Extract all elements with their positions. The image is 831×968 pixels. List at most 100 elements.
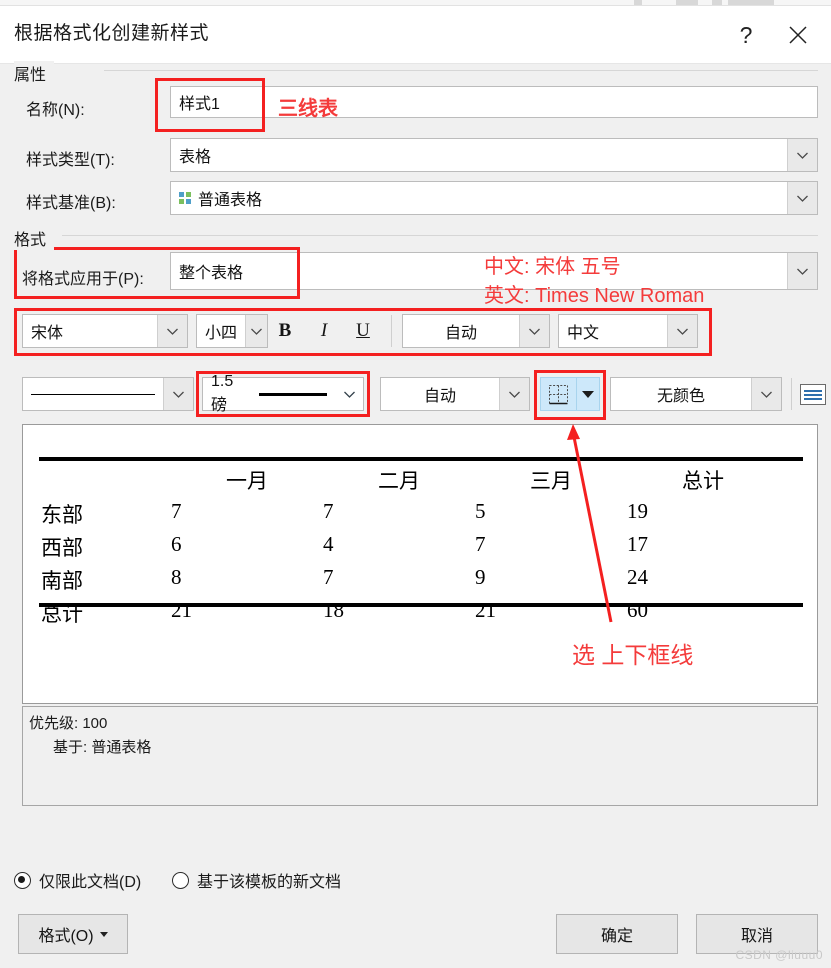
borders-icon[interactable] — [541, 378, 576, 410]
style-base-combo[interactable]: 普通表格 — [170, 181, 818, 215]
new-style-dialog: 根据格式化创建新样式 ? 属性 名称(N): 样式1 样式类型(T): 表格 样… — [0, 0, 831, 968]
annotation-border-note: 选 上下框线 — [572, 642, 694, 668]
language-combo[interactable]: 中文 — [558, 314, 698, 348]
scope-this-document-radio[interactable]: 仅限此文档(D) — [14, 868, 141, 892]
underline-button[interactable]: U — [346, 315, 380, 347]
toolbar-divider-2 — [791, 378, 792, 410]
dialog-title: 根据格式化创建新样式 — [14, 23, 210, 44]
font-size-value: 小四 — [205, 325, 238, 342]
formatting-group-rule — [62, 235, 818, 236]
chevron-down-icon[interactable] — [751, 378, 781, 410]
table-properties-icon — [800, 384, 826, 405]
preview-row-header: 南部 — [41, 569, 83, 593]
preview-cell: 17 — [627, 532, 648, 556]
name-field-label: 名称(N): — [26, 102, 85, 119]
border-color-combo[interactable]: 自动 — [380, 377, 530, 411]
properties-group-rule — [104, 70, 818, 71]
shading-value: 无颜色 — [656, 388, 705, 405]
format-button[interactable]: 格式(O) — [18, 914, 128, 954]
name-input[interactable]: 样式1 — [170, 86, 818, 118]
style-base-value-wrap: 普通表格 — [171, 186, 787, 210]
watermark: CSDN @liuuu0 — [735, 948, 823, 962]
style-type-label: 样式类型(T): — [26, 152, 115, 169]
style-base-value: 普通表格 — [198, 192, 263, 209]
italic-button[interactable]: I — [307, 315, 341, 347]
ok-button-label: 确定 — [600, 928, 633, 945]
annotation-english-font: 英文: Times New Roman — [484, 285, 705, 307]
close-icon[interactable] — [775, 12, 821, 58]
font-color-combo[interactable]: 自动 — [402, 314, 550, 348]
preview-header-row: 一月 二月 三月 总计 — [41, 465, 779, 495]
format-button-label: 格式(O) — [38, 928, 94, 945]
preview-corner-cell — [41, 465, 171, 495]
scope-new-documents-label: 基于该模板的新文档 — [197, 874, 342, 891]
preview-cell: 24 — [627, 565, 648, 589]
preview-cell: 4 — [323, 532, 334, 556]
based-on-text: 基于: 普通表格 — [53, 739, 152, 756]
table-preview: 一月 二月 三月 总计 东部 7 7 5 19 西部 6 4 7 17 南部 8… — [22, 424, 818, 704]
preview-cell: 5 — [475, 499, 486, 523]
border-width-value: 1.5 磅 — [211, 373, 234, 414]
priority-text: 优先级: 100 — [29, 715, 108, 732]
table-grid-icon — [179, 191, 192, 205]
font-family-combo[interactable]: 宋体 — [22, 314, 188, 348]
preview-bottom-rule — [39, 603, 803, 607]
border-line-style-preview — [23, 393, 163, 395]
preview-col-header: 三月 — [530, 469, 572, 493]
dialog-titlebar: 根据格式化创建新样式 ? — [0, 6, 831, 64]
preview-cell: 9 — [475, 565, 486, 589]
font-size-combo[interactable]: 小四 — [196, 314, 268, 348]
apply-to-label: 将格式应用于(P): — [22, 271, 144, 288]
toolbar-divider — [391, 315, 392, 347]
chevron-down-icon[interactable] — [787, 139, 817, 171]
annotation-name-note: 三线表 — [278, 98, 338, 120]
chevron-down-icon[interactable] — [499, 378, 529, 410]
cancel-button-label: 取消 — [740, 928, 773, 945]
chevron-down-icon[interactable] — [245, 315, 267, 347]
chevron-down-icon[interactable] — [667, 315, 697, 347]
preview-cell: 7 — [323, 565, 334, 589]
chevron-down-icon[interactable] — [163, 378, 193, 410]
border-width-combo[interactable]: 1.5 磅 — [202, 373, 364, 414]
description-box: 优先级: 100 基于: 普通表格 — [22, 706, 818, 806]
preview-cell: 7 — [323, 499, 334, 523]
preview-col-header: 总计 — [682, 469, 724, 493]
properties-group-label: 属性 — [14, 61, 55, 85]
scope-this-document-label: 仅限此文档(D) — [39, 874, 142, 891]
radio-icon-selected[interactable] — [14, 871, 31, 889]
table-properties-button[interactable] — [800, 384, 831, 405]
annotation-chinese-font: 中文: 宋体 五号 — [484, 256, 621, 278]
chevron-down-icon[interactable] — [157, 315, 187, 347]
border-width-preview — [259, 392, 327, 396]
name-input-value: 样式1 — [179, 96, 220, 113]
font-color-value: 自动 — [444, 325, 477, 342]
table-row: 东部 7 7 5 19 — [41, 499, 779, 529]
scope-new-documents-radio[interactable]: 基于该模板的新文档 — [172, 868, 341, 892]
border-line-style-combo[interactable] — [22, 377, 194, 411]
radio-icon-unselected[interactable] — [172, 871, 189, 889]
borders-dropdown-arrow-icon[interactable] — [575, 378, 599, 410]
preview-top-rule — [39, 457, 803, 461]
language-value: 中文 — [567, 325, 600, 342]
preview-cell: 19 — [627, 499, 648, 523]
chevron-down-icon[interactable] — [787, 182, 817, 214]
chevron-down-icon[interactable] — [787, 253, 817, 289]
help-icon[interactable]: ? — [723, 12, 769, 58]
preview-cell: 7 — [475, 532, 486, 556]
line-preview — [31, 393, 155, 395]
help-glyph: ? — [739, 21, 753, 48]
ok-button[interactable]: 确定 — [556, 914, 678, 954]
style-type-combo[interactable]: 表格 — [170, 138, 818, 172]
border-width-value-wrap: 1.5 磅 — [203, 373, 335, 415]
preview-col-header: 二月 — [378, 469, 420, 493]
border-color-value: 自动 — [423, 388, 456, 405]
preview-col-header: 一月 — [226, 469, 268, 493]
font-family-value: 宋体 — [31, 325, 64, 342]
borders-button[interactable] — [540, 377, 600, 411]
style-type-value: 表格 — [179, 149, 212, 166]
shading-combo[interactable]: 无颜色 — [610, 377, 782, 411]
bold-button[interactable]: B — [268, 315, 302, 347]
chevron-down-icon[interactable] — [519, 315, 549, 347]
style-base-label: 样式基准(B): — [26, 195, 116, 212]
chevron-down-icon[interactable] — [335, 378, 363, 410]
